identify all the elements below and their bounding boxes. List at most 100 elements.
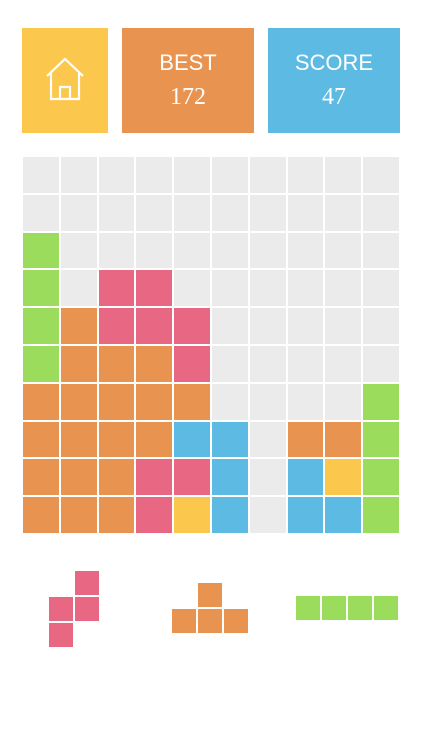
board-cell-orange[interactable] — [59, 307, 98, 345]
board-cell-yellow[interactable] — [324, 458, 363, 497]
board-cell-empty[interactable] — [286, 382, 325, 421]
board-cell-empty[interactable] — [248, 193, 287, 232]
board-cell-blue[interactable] — [173, 420, 211, 459]
board-cell-empty[interactable] — [173, 269, 211, 308]
home-button[interactable] — [22, 28, 108, 133]
board-cell-empty[interactable] — [211, 345, 249, 383]
board-cell-blue[interactable] — [324, 496, 363, 534]
board-cell-empty[interactable] — [59, 156, 98, 194]
board-cell-empty[interactable] — [248, 269, 287, 308]
board-cell-green[interactable] — [22, 307, 60, 345]
board-cell-empty[interactable] — [324, 307, 363, 345]
board-cell-empty[interactable] — [211, 231, 249, 270]
board-cell-orange[interactable] — [286, 420, 325, 459]
board-cell-orange[interactable] — [59, 458, 98, 497]
board-cell-empty[interactable] — [97, 231, 136, 270]
board-cell-empty[interactable] — [362, 269, 400, 308]
board-cell-yellow[interactable] — [173, 496, 211, 534]
board-cell-empty[interactable] — [324, 231, 363, 270]
board-cell-empty[interactable] — [135, 231, 174, 270]
board-cell-empty[interactable] — [211, 193, 249, 232]
board-cell-orange[interactable] — [324, 420, 363, 459]
board-cell-orange[interactable] — [22, 496, 60, 534]
board-cell-pink[interactable] — [97, 269, 136, 308]
board-cell-empty[interactable] — [286, 345, 325, 383]
board-cell-blue[interactable] — [211, 420, 249, 459]
board-cell-empty[interactable] — [324, 156, 363, 194]
board-cell-empty[interactable] — [22, 156, 60, 194]
game-board[interactable] — [22, 156, 400, 534]
board-cell-orange[interactable] — [97, 496, 136, 534]
board-cell-orange[interactable] — [22, 420, 60, 459]
board-cell-empty[interactable] — [286, 156, 325, 194]
board-cell-orange[interactable] — [97, 420, 136, 459]
board-cell-pink[interactable] — [173, 458, 211, 497]
board-cell-empty[interactable] — [211, 307, 249, 345]
board-cell-empty[interactable] — [248, 496, 287, 534]
board-cell-pink[interactable] — [173, 345, 211, 383]
board-cell-empty[interactable] — [22, 193, 60, 232]
board-cell-empty[interactable] — [248, 345, 287, 383]
board-cell-empty[interactable] — [286, 307, 325, 345]
board-cell-green[interactable] — [22, 231, 60, 270]
board-cell-pink[interactable] — [135, 496, 174, 534]
board-cell-green[interactable] — [362, 458, 400, 497]
board-cell-empty[interactable] — [362, 307, 400, 345]
board-cell-empty[interactable] — [286, 231, 325, 270]
board-cell-pink[interactable] — [135, 307, 174, 345]
board-cell-orange[interactable] — [59, 345, 98, 383]
board-cell-empty[interactable] — [211, 269, 249, 308]
board-cell-empty[interactable] — [362, 231, 400, 270]
board-cell-orange[interactable] — [173, 382, 211, 421]
board-cell-blue[interactable] — [286, 458, 325, 497]
board-cell-empty[interactable] — [97, 193, 136, 232]
board-cell-green[interactable] — [22, 269, 60, 308]
board-cell-empty[interactable] — [135, 156, 174, 194]
board-cell-empty[interactable] — [248, 307, 287, 345]
board-cell-green[interactable] — [362, 382, 400, 421]
board-cell-orange[interactable] — [59, 420, 98, 459]
board-cell-empty[interactable] — [248, 458, 287, 497]
board-cell-empty[interactable] — [324, 193, 363, 232]
board-cell-empty[interactable] — [248, 420, 287, 459]
board-cell-empty[interactable] — [173, 156, 211, 194]
board-cell-pink[interactable] — [135, 458, 174, 497]
board-cell-empty[interactable] — [173, 193, 211, 232]
board-cell-empty[interactable] — [211, 382, 249, 421]
board-cell-empty[interactable] — [59, 193, 98, 232]
board-cell-empty[interactable] — [59, 269, 98, 308]
board-cell-empty[interactable] — [324, 345, 363, 383]
board-cell-empty[interactable] — [324, 382, 363, 421]
board-cell-pink[interactable] — [97, 307, 136, 345]
board-cell-orange[interactable] — [135, 382, 174, 421]
board-cell-green[interactable] — [22, 345, 60, 383]
board-cell-empty[interactable] — [59, 231, 98, 270]
board-cell-green[interactable] — [362, 496, 400, 534]
board-cell-empty[interactable] — [248, 231, 287, 270]
board-cell-pink[interactable] — [173, 307, 211, 345]
board-cell-empty[interactable] — [362, 345, 400, 383]
board-cell-orange[interactable] — [22, 458, 60, 497]
board-cell-blue[interactable] — [286, 496, 325, 534]
board-cell-empty[interactable] — [362, 156, 400, 194]
board-cell-orange[interactable] — [59, 496, 98, 534]
board-cell-empty[interactable] — [362, 193, 400, 232]
board-cell-empty[interactable] — [211, 156, 249, 194]
board-cell-pink[interactable] — [135, 269, 174, 308]
board-cell-blue[interactable] — [211, 458, 249, 497]
board-cell-empty[interactable] — [324, 269, 363, 308]
board-cell-empty[interactable] — [248, 156, 287, 194]
board-cell-orange[interactable] — [59, 382, 98, 421]
board-cell-empty[interactable] — [173, 231, 211, 270]
board-cell-blue[interactable] — [211, 496, 249, 534]
board-cell-orange[interactable] — [135, 420, 174, 459]
board-cell-empty[interactable] — [286, 269, 325, 308]
board-cell-orange[interactable] — [135, 345, 174, 383]
board-cell-empty[interactable] — [248, 382, 287, 421]
board-cell-orange[interactable] — [97, 458, 136, 497]
board-cell-orange[interactable] — [97, 345, 136, 383]
board-cell-orange[interactable] — [22, 382, 60, 421]
board-cell-green[interactable] — [362, 420, 400, 459]
board-cell-empty[interactable] — [135, 193, 174, 232]
board-cell-empty[interactable] — [97, 156, 136, 194]
